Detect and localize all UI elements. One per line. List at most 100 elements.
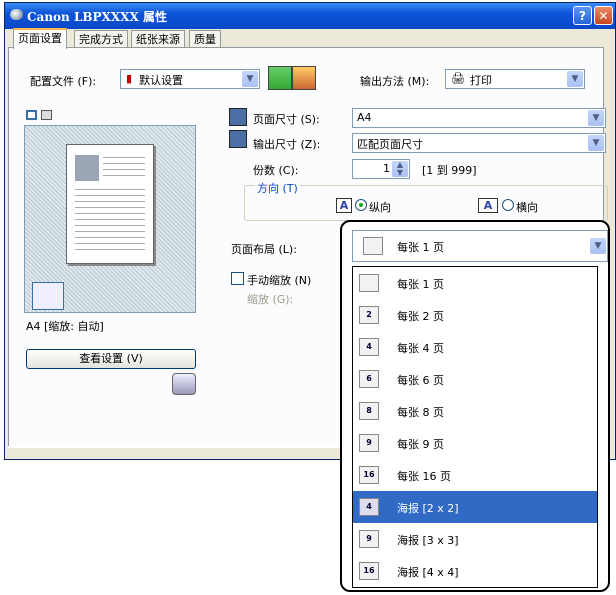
- page-layout-select[interactable]: 每张 1 页 ▼: [352, 230, 608, 262]
- chevron-down-icon[interactable]: ▼: [590, 238, 606, 254]
- layout-option-icon: 4: [359, 338, 379, 356]
- layout-option-label: 海报 [2 x 2]: [397, 502, 459, 515]
- chevron-down-icon[interactable]: ▼: [567, 71, 583, 87]
- preview-status: A4 [缩放: 自动]: [26, 320, 104, 333]
- preview-text-line: [75, 189, 145, 190]
- preview-text-line: [103, 175, 145, 176]
- layout-option-icon: 6: [359, 370, 379, 388]
- layout-option-icon: 9: [359, 434, 379, 452]
- preview-text-line: [103, 169, 145, 170]
- profile-label: 配置文件 (F):: [30, 75, 97, 88]
- printer-preview-icon[interactable]: [32, 282, 64, 310]
- page-layout-option[interactable]: 16 每张 16 页: [353, 459, 597, 491]
- landscape-label: 横向: [516, 201, 538, 214]
- layout-option-icon: 16: [359, 466, 379, 484]
- layout-option-icon: 16: [359, 562, 379, 580]
- chevron-down-icon[interactable]: ▼: [588, 135, 604, 151]
- layout-option-label: 每张 6 页: [397, 374, 444, 387]
- page-layout-option[interactable]: 每张 1 页: [353, 267, 597, 299]
- preview-text-line: [75, 207, 145, 208]
- layout-option-label: 每张 9 页: [397, 438, 444, 451]
- copies-label: 份数 (C):: [253, 164, 299, 177]
- settings-view-icon[interactable]: [41, 110, 52, 120]
- layout-option-label: 海报 [4 x 4]: [397, 566, 459, 579]
- preview-page: [66, 144, 154, 264]
- preview-text-line: [75, 237, 145, 238]
- preview-text-line: [75, 231, 145, 232]
- printer-icon: 🖨: [451, 72, 465, 85]
- preview-graphic: [75, 155, 99, 181]
- preview-text-line: [103, 157, 145, 158]
- layout-1-icon: [363, 237, 383, 255]
- page-size-select[interactable]: A4 ▼: [352, 108, 606, 128]
- preview-text-line: [75, 225, 145, 226]
- tab-quality[interactable]: 质量: [189, 30, 221, 48]
- portrait-radio[interactable]: [355, 199, 367, 211]
- layout-view-icon[interactable]: [26, 110, 37, 120]
- layout-option-icon: 4: [359, 498, 379, 516]
- page-layout-value: 每张 1 页: [397, 241, 444, 254]
- copies-range: [1 到 999]: [422, 164, 477, 177]
- profile-icon: ▮: [126, 72, 133, 85]
- scale-label: 缩放 (G):: [247, 293, 294, 306]
- preview-text-line: [75, 243, 145, 244]
- profile-select[interactable]: ▮ 默认设置 ▼: [120, 69, 260, 89]
- page-layout-option[interactable]: 6 每张 6 页: [353, 363, 597, 395]
- preview-text-line: [75, 249, 145, 250]
- layout-option-label: 每张 4 页: [397, 342, 444, 355]
- copies-value: 1: [383, 162, 390, 175]
- output-size-label: 输出尺寸 (Z):: [253, 138, 321, 151]
- landscape-icon: A: [478, 198, 498, 213]
- tab-page-setup[interactable]: 页面设置: [13, 28, 67, 49]
- landscape-radio[interactable]: [502, 199, 514, 211]
- tab-paper-source[interactable]: 纸张来源: [131, 30, 185, 48]
- page-layout-option[interactable]: 2 每张 2 页: [353, 299, 597, 331]
- preview-text-line: [75, 213, 145, 214]
- layout-option-label: 每张 8 页: [397, 406, 444, 419]
- page-layout-option[interactable]: 4 海报 [2 x 2]: [353, 491, 597, 523]
- printer-app-icon: [10, 9, 23, 20]
- page-size-value: A4: [357, 111, 372, 124]
- layout-option-label: 每张 1 页: [397, 278, 444, 291]
- layout-option-icon: 8: [359, 402, 379, 420]
- close-button[interactable]: ✕: [594, 6, 613, 25]
- view-settings-button[interactable]: 查看设置 (V): [26, 349, 196, 369]
- tab-finishing[interactable]: 完成方式: [74, 30, 128, 48]
- chevron-down-icon[interactable]: ▼: [242, 71, 258, 87]
- output-size-value: 匹配页面尺寸: [357, 138, 423, 151]
- profile-value: 默认设置: [139, 74, 183, 87]
- page-size-label: 页面尺寸 (S):: [253, 113, 320, 126]
- page-layout-label: 页面布局 (L):: [231, 243, 297, 256]
- manual-scaling-checkbox[interactable]: [231, 272, 244, 285]
- spinner-icon[interactable]: ▲ ▼: [392, 161, 408, 177]
- preview-text-line: [75, 219, 145, 220]
- page-layout-option[interactable]: 8 每张 8 页: [353, 395, 597, 427]
- page-layout-option[interactable]: 9 海报 [3 x 3]: [353, 523, 597, 555]
- printer-info-icon[interactable]: [172, 373, 196, 395]
- layout-option-label: 每张 2 页: [397, 310, 444, 323]
- output-method-value: 打印: [470, 74, 492, 87]
- output-size-select[interactable]: 匹配页面尺寸 ▼: [352, 133, 606, 153]
- orientation-label: 方向 (T): [255, 180, 300, 196]
- page-layout-options: 每张 1 页 2 每张 2 页 4 每张 4 页 6 每张 6 页 8 每张 8 页 9 每张 9 …: [352, 266, 598, 588]
- page-layout-option[interactable]: 16 海报 [4 x 4]: [353, 555, 597, 587]
- page-size-icon: [229, 108, 247, 126]
- edit-profile-icon[interactable]: [292, 66, 316, 90]
- page-layout-option[interactable]: 9 每张 9 页: [353, 427, 597, 459]
- portrait-label: 纵向: [369, 201, 391, 214]
- output-method-select[interactable]: 🖨 打印 ▼: [445, 69, 585, 89]
- help-button[interactable]: ?: [573, 6, 592, 25]
- layout-option-icon: 2: [359, 306, 379, 324]
- add-profile-icon[interactable]: [268, 66, 292, 90]
- title-bar: Canon LBPXXXX 属性 ? ✕: [5, 3, 615, 29]
- chevron-down-icon[interactable]: ▼: [588, 110, 604, 126]
- page-layout-option[interactable]: 4 每张 4 页: [353, 331, 597, 363]
- layout-option-label: 每张 16 页: [397, 470, 451, 483]
- output-method-label: 输出方法 (M):: [360, 75, 430, 88]
- preview-text-line: [75, 195, 145, 196]
- manual-scaling-label: 手动缩放 (N): [247, 274, 312, 287]
- copies-spinner[interactable]: 1 ▲ ▼: [352, 159, 410, 179]
- preview-text-line: [75, 201, 145, 202]
- portrait-icon: A: [336, 198, 352, 213]
- window-title: Canon LBPXXXX 属性: [27, 10, 167, 24]
